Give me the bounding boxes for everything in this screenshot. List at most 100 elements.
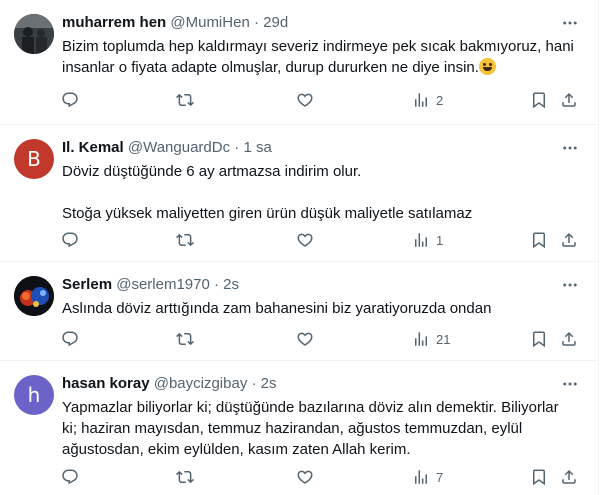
- share-icon: [560, 468, 578, 486]
- tweet-text-line: Yapmazlar biliyorlar ki; düştüğünde bazı…: [62, 399, 559, 458]
- user-handle[interactable]: @WanguardDc: [128, 139, 230, 156]
- tweet-header: Il. Kemal @WanguardDc · 1 sa: [62, 138, 558, 158]
- tweet-text-line: Aslında döviz arttığında zam bahanesini …: [62, 300, 492, 317]
- bookmark-icon: [530, 468, 548, 486]
- tweet-actions: 1: [58, 230, 578, 250]
- views-bar-chart-icon: [412, 330, 430, 348]
- more-options-button[interactable]: [560, 374, 580, 394]
- retweet-button[interactable]: [176, 329, 194, 349]
- retweet-icon: [176, 330, 194, 348]
- retweet-icon: [176, 231, 194, 249]
- user-handle[interactable]: @baycizgibay: [154, 375, 248, 392]
- views-bar-chart-icon: [412, 231, 430, 249]
- timestamp[interactable]: 2s: [261, 375, 277, 392]
- share-icon: [560, 330, 578, 348]
- display-name[interactable]: muharrem hen: [62, 14, 166, 31]
- user-avatar[interactable]: h: [14, 375, 54, 415]
- tweet[interactable]: Serlem @serlem1970 · 2s Aslında döviz ar…: [0, 262, 598, 361]
- avatar-letter: B: [27, 147, 41, 171]
- tweet-text: Aslında döviz arttığında zam bahanesini …: [62, 298, 582, 319]
- more-options-button[interactable]: [560, 275, 580, 295]
- more-options-button[interactable]: [560, 138, 580, 158]
- user-avatar[interactable]: [14, 14, 54, 54]
- avatar-letter: h: [27, 383, 41, 407]
- bookmark-icon: [530, 330, 548, 348]
- share-icon: [560, 91, 578, 109]
- retweet-button[interactable]: [176, 90, 194, 110]
- views-bar-chart-icon: [412, 468, 430, 486]
- tweet[interactable]: B Il. Kemal @WanguardDc · 1 sa Döviz düş…: [0, 125, 598, 262]
- user-handle[interactable]: @MumiHen: [170, 14, 249, 31]
- tweet-header: hasan koray @baycizgibay · 2s: [62, 374, 558, 394]
- user-avatar[interactable]: [14, 276, 54, 316]
- tweet-text: Yapmazlar biliyorlar ki; düştüğünde bazı…: [62, 397, 577, 460]
- heart-icon: [296, 231, 314, 249]
- tweet[interactable]: muharrem hen @MumiHen · 29d Bizim toplum…: [0, 0, 598, 125]
- retweet-icon: [176, 468, 194, 486]
- reply-button[interactable]: [61, 90, 79, 110]
- views-button[interactable]: 21: [412, 329, 450, 349]
- reply-button[interactable]: [61, 467, 79, 487]
- share-button[interactable]: [560, 329, 578, 349]
- tweet-header: muharrem hen @MumiHen · 29d: [62, 13, 558, 33]
- like-button[interactable]: [296, 230, 314, 250]
- tweet-text-line: Döviz düştüğünde 6 ay artmazsa indirim o…: [62, 163, 362, 180]
- reply-button[interactable]: [61, 329, 79, 349]
- tweet-text-line: Bizim toplumda hep kaldırmayı severiz in…: [62, 38, 574, 76]
- tweet-actions: 21: [58, 329, 578, 349]
- bookmark-button[interactable]: [530, 329, 548, 349]
- separator-dot: ·: [251, 375, 257, 392]
- display-name[interactable]: Serlem: [62, 276, 112, 293]
- bookmark-button[interactable]: [530, 230, 548, 250]
- reply-icon: [61, 330, 79, 348]
- timestamp[interactable]: 1 sa: [243, 139, 271, 156]
- heart-icon: [296, 468, 314, 486]
- more-dots-icon: [561, 375, 579, 393]
- user-handle[interactable]: @serlem1970: [116, 276, 210, 293]
- reply-button[interactable]: [61, 230, 79, 250]
- more-options-button[interactable]: [560, 13, 580, 33]
- user-photo-icon: [14, 14, 54, 54]
- more-dots-icon: [561, 276, 579, 294]
- more-dots-icon: [561, 139, 579, 157]
- views-count: 1: [436, 232, 444, 248]
- retweet-button[interactable]: [176, 230, 194, 250]
- views-bar-chart-icon: [412, 91, 430, 109]
- separator-dot: ·: [253, 14, 259, 31]
- bookmark-icon: [530, 231, 548, 249]
- heart-icon: [296, 91, 314, 109]
- user-avatar[interactable]: B: [14, 139, 54, 179]
- views-button[interactable]: 7: [412, 467, 443, 487]
- share-button[interactable]: [560, 467, 578, 487]
- tweet-actions: 2: [58, 90, 578, 110]
- timeline: muharrem hen @MumiHen · 29d Bizim toplum…: [0, 0, 599, 495]
- display-name[interactable]: Il. Kemal: [62, 139, 124, 156]
- like-button[interactable]: [296, 90, 314, 110]
- timestamp[interactable]: 2s: [223, 276, 239, 293]
- grinning-face-emoji-icon: [478, 58, 496, 75]
- separator-dot: ·: [214, 276, 219, 293]
- bookmark-button[interactable]: [530, 467, 548, 487]
- tweet-text-line: Stoğa yüksek maliyetten giren ürün düşük…: [62, 205, 473, 222]
- views-button[interactable]: 2: [412, 90, 443, 110]
- tweet-header: Serlem @serlem1970 · 2s: [62, 275, 558, 295]
- share-button[interactable]: [560, 230, 578, 250]
- retweet-button[interactable]: [176, 467, 194, 487]
- reply-icon: [61, 91, 79, 109]
- views-count: 7: [436, 469, 444, 485]
- timestamp[interactable]: 29d: [263, 14, 288, 31]
- views-count: 21: [436, 331, 451, 347]
- share-button[interactable]: [560, 90, 578, 110]
- reply-icon: [61, 231, 79, 249]
- share-icon: [560, 231, 578, 249]
- like-button[interactable]: [296, 467, 314, 487]
- views-button[interactable]: 1: [412, 230, 443, 250]
- like-button[interactable]: [296, 329, 314, 349]
- display-name[interactable]: hasan koray: [62, 375, 150, 392]
- bookmark-button[interactable]: [530, 90, 548, 110]
- retweet-icon: [176, 91, 194, 109]
- heart-icon: [296, 330, 314, 348]
- tweet-actions: 7: [58, 467, 578, 487]
- tweet[interactable]: h hasan koray @baycizgibay · 2s Yapmazla…: [0, 361, 598, 495]
- tweet-text: Döviz düştüğünde 6 ay artmazsa indirim o…: [62, 161, 582, 224]
